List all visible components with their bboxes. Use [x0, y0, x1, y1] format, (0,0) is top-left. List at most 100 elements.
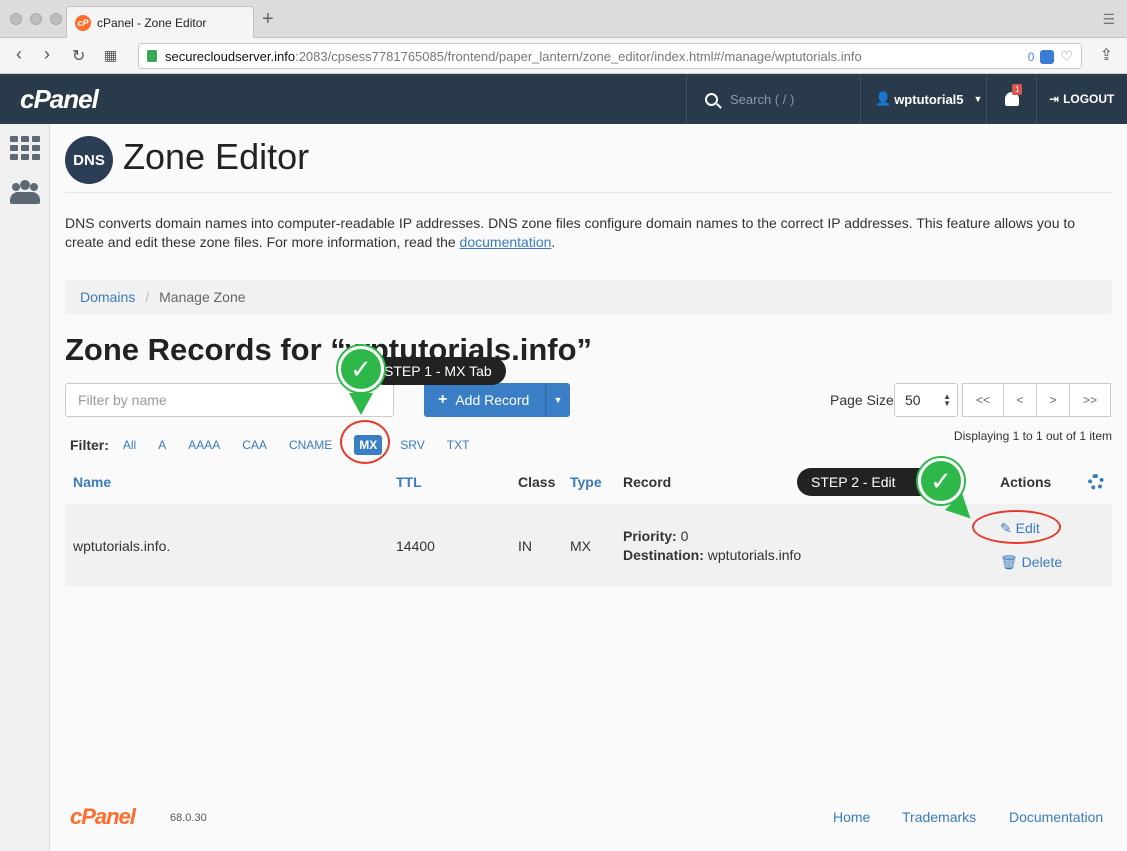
notification-badge: 1 [1012, 84, 1023, 95]
displaying-count: Displaying 1 to 1 out of 1 item [953, 429, 1112, 443]
filter-srv[interactable]: SRV [400, 438, 424, 452]
trash-icon: 🗑 [1000, 554, 1018, 570]
filter-cname[interactable]: CNAME [289, 438, 332, 452]
address-bar[interactable]: securecloudserver.info:2083/cpsess778176… [138, 43, 1082, 69]
tab-title: cPanel - Zone Editor [97, 16, 207, 30]
footer-trademarks-link[interactable]: Trademarks [902, 809, 976, 825]
column-name[interactable]: Name [73, 474, 111, 490]
destination-value: wptutorials.info [707, 547, 802, 563]
forward-icon[interactable]: › [44, 44, 50, 65]
edit-highlight-ring [972, 510, 1061, 544]
priority-value: 0 [680, 528, 689, 544]
footer-cpanel-logo[interactable]: cPanel [70, 804, 136, 830]
filter-input[interactable]: Filter by name [65, 383, 394, 417]
breadcrumb-domains[interactable]: Domains [80, 289, 135, 305]
cpanel-logo[interactable]: cPanel [20, 84, 99, 115]
title-divider [65, 192, 1112, 193]
url-path: :2083/cpsess7781765085/frontend/paper_la… [295, 48, 862, 64]
plus-icon: + [438, 391, 448, 408]
breadcrumb-separator: / [145, 289, 150, 305]
column-ttl[interactable]: TTL [396, 474, 422, 490]
heart-icon[interactable]: ♡ [1060, 48, 1073, 65]
browser-navbar: ‹ › ↻ ▦ securecloudserver.info:2083/cpse… [0, 38, 1127, 74]
add-record-dropdown[interactable]: ▼ [545, 383, 570, 417]
filter-caa[interactable]: CAA [242, 438, 267, 452]
filter-label: Filter: [70, 437, 109, 453]
pager-first[interactable]: << [962, 383, 1004, 417]
search-placeholder: Search ( / ) [730, 91, 795, 107]
breadcrumb-current: Manage Zone [159, 289, 246, 305]
window-minimize-button[interactable] [30, 13, 42, 25]
user-icon: 👤 [875, 91, 892, 106]
cell-class: IN [518, 538, 532, 554]
users-icon[interactable] [10, 180, 40, 206]
pager-prev[interactable]: < [1003, 383, 1037, 417]
footer-home-link[interactable]: Home [833, 809, 870, 825]
new-tab-icon[interactable]: + [262, 8, 274, 31]
column-class: Class [518, 474, 556, 490]
tab-grid-icon[interactable]: ▦ [104, 47, 117, 64]
window-zoom-button[interactable] [50, 13, 62, 25]
browser-tabbar: cP cPanel - Zone Editor + ☰ [0, 0, 1127, 39]
description-end: . [551, 234, 556, 250]
username: wptutorial5 [894, 91, 964, 107]
pagination: << < > >> [962, 383, 1111, 417]
lock-icon [147, 50, 157, 62]
records-title: Zone Records for “wptutorials.info” [65, 332, 593, 367]
page-title: Zone Editor [123, 136, 310, 177]
documentation-link[interactable]: documentation [460, 234, 552, 250]
pointer-arrow-icon [349, 393, 373, 415]
sidebar [0, 124, 50, 851]
window-close-button[interactable] [10, 13, 22, 25]
select-arrows-icon: ▲ ▼ [943, 392, 951, 408]
browser-tab[interactable]: cP cPanel - Zone Editor [66, 6, 254, 39]
mx-highlight-ring [340, 420, 390, 464]
add-record-button[interactable]: + Add Record [424, 383, 545, 417]
share-icon[interactable]: ⇪ [1100, 45, 1113, 65]
footer-version: 68.0.30 [170, 812, 207, 824]
destination-label: Destination: [623, 547, 704, 563]
footer-documentation-link[interactable]: Documentation [1009, 809, 1103, 825]
delete-button[interactable]: 🗑 Delete [1000, 554, 1062, 571]
logout-button[interactable]: ⇥ LOGOUT [1036, 74, 1127, 124]
search-box[interactable]: Search ( / ) [686, 74, 860, 124]
filter-row: Filter: All A AAAA CAA CNAME MX SRV TXT [70, 435, 491, 455]
tab-menu-icon[interactable]: ☰ [1102, 11, 1115, 28]
cell-destination: Destination: wptutorials.info [623, 547, 801, 563]
pager-next[interactable]: > [1036, 383, 1070, 417]
chevron-down-icon: ▼ [973, 94, 983, 104]
page-size-select[interactable]: 50 ▲ ▼ [894, 383, 958, 417]
apps-grid-icon[interactable] [10, 136, 40, 160]
back-icon[interactable]: ‹ [16, 44, 22, 65]
priority-label: Priority: [623, 528, 677, 544]
column-actions: Actions [1000, 474, 1052, 490]
reload-icon[interactable]: ↻ [72, 46, 85, 66]
user-menu[interactable]: 👤 wptutorial5 ▼ [860, 74, 986, 124]
page-size-value: 50 [905, 392, 921, 408]
url-counter: 0 [1027, 49, 1035, 64]
description-text: DNS converts domain names into computer-… [65, 215, 1076, 250]
gear-icon[interactable] [1088, 474, 1104, 490]
step1-callout: STEP 1 - MX Tab [370, 357, 506, 385]
step2-callout: STEP 2 - Edit [797, 468, 936, 496]
dns-icon: DNS [65, 136, 113, 184]
filter-txt[interactable]: TXT [447, 438, 470, 452]
column-type[interactable]: Type [570, 474, 602, 490]
cell-priority: Priority: 0 [623, 528, 688, 544]
search-icon [705, 92, 718, 106]
shield-icon[interactable] [1040, 49, 1055, 64]
cpanel-header: cPanel Search ( / ) 👤 wptutorial5 ▼ 1 ⇥ … [0, 74, 1127, 124]
filter-all[interactable]: All [123, 438, 136, 452]
check-icon: ✓ [338, 346, 384, 392]
filter-aaaa[interactable]: AAAA [188, 438, 220, 452]
column-record: Record [623, 474, 672, 490]
cell-name: wptutorials.info. [73, 538, 171, 554]
delete-label: Delete [1021, 554, 1063, 570]
filter-a[interactable]: A [158, 438, 166, 452]
cpanel-favicon-icon: cP [75, 15, 91, 31]
url-domain: securecloudserver.info [165, 48, 296, 64]
page-size-label: Page Size [830, 392, 894, 408]
notifications-button[interactable] [986, 74, 1036, 124]
cell-ttl: 14400 [396, 538, 435, 554]
pager-last[interactable]: >> [1069, 383, 1111, 417]
